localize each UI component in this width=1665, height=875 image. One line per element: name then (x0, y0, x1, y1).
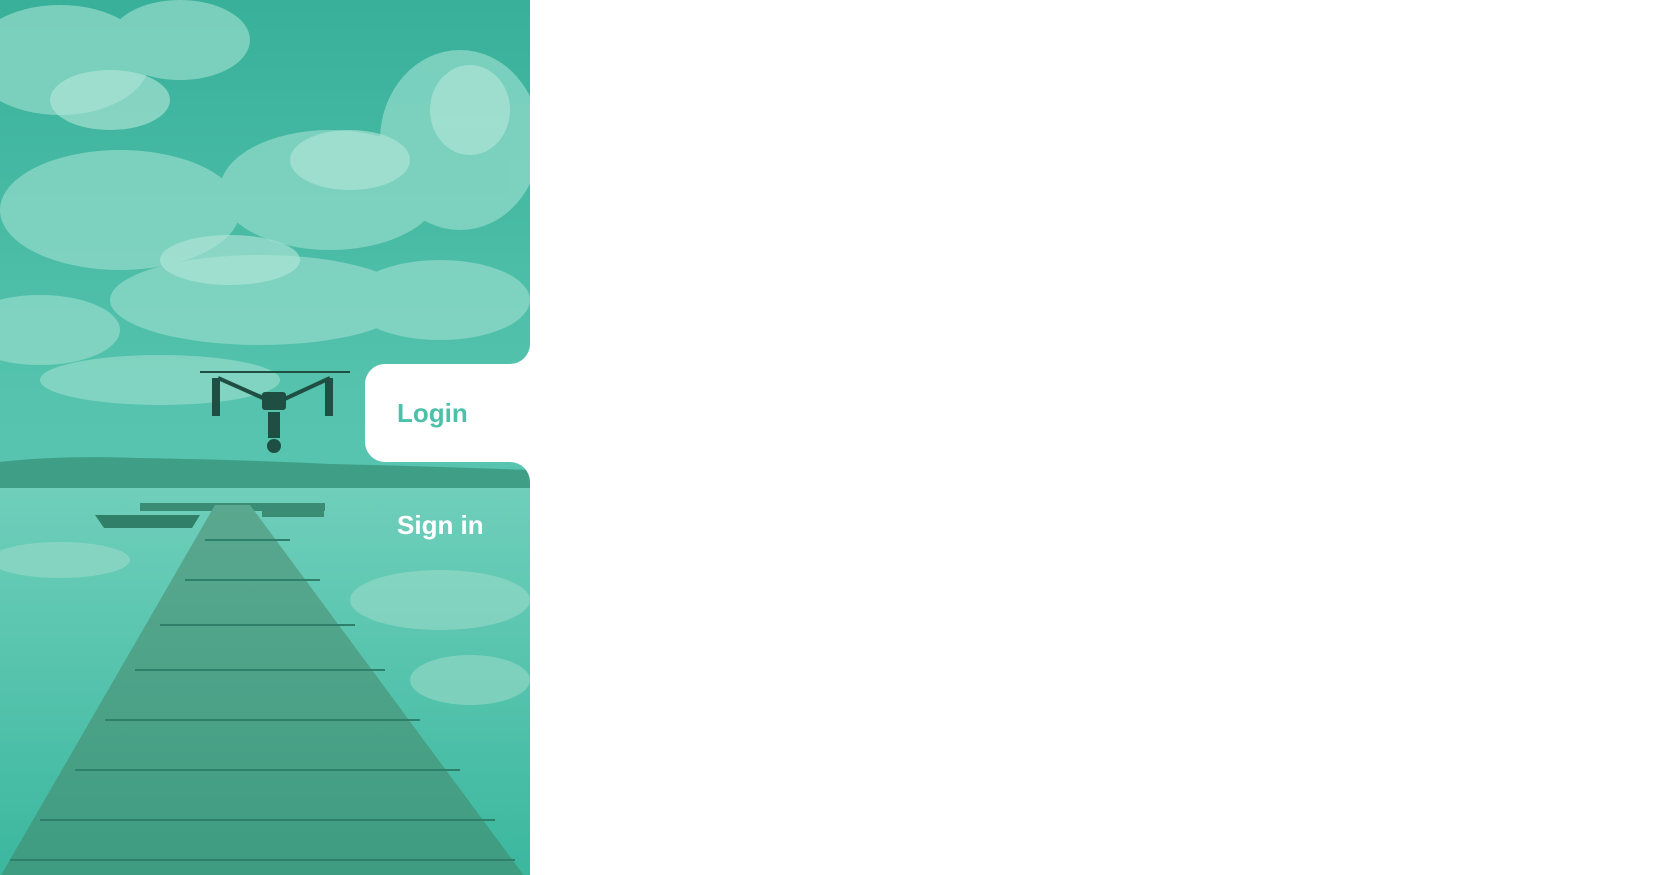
login-page: Login Sign in (0, 0, 1665, 875)
tab-sign-in-label: Sign in (397, 509, 484, 540)
tab-login[interactable]: Login (365, 364, 530, 462)
tab-login-label: Login (397, 397, 468, 428)
tab-sign-in[interactable]: Sign in (365, 476, 530, 574)
